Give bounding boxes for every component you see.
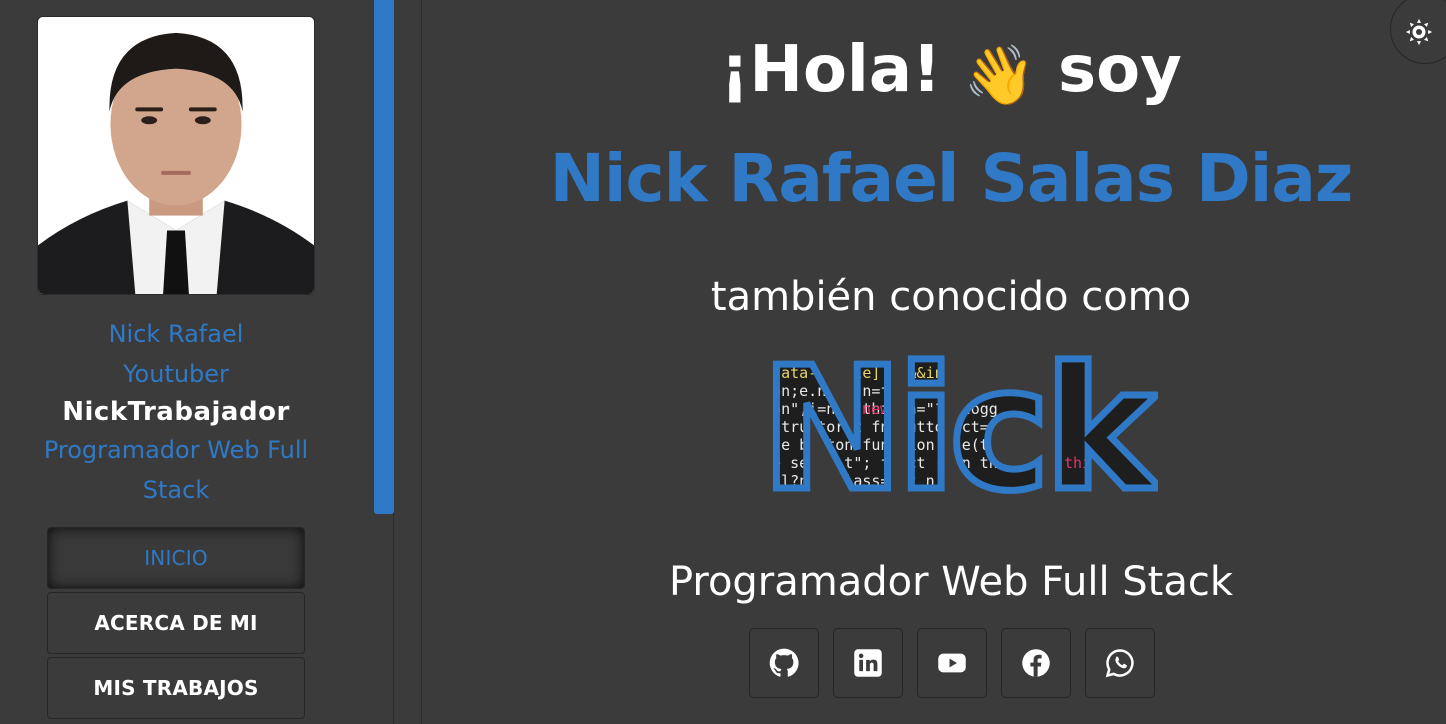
greeting-hello: ¡Hola! [720, 33, 942, 107]
facebook-icon [1022, 649, 1050, 677]
github-button[interactable] [749, 628, 819, 698]
nickname-logo: Nick ingl?n.a class=ext n.r '[data-toggl… [754, 328, 1170, 533]
hero-role: Programador Web Full Stack [668, 559, 1234, 605]
social-links [749, 628, 1155, 698]
sidebar: Nick Rafael Youtuber NickTrabajador Prog… [0, 0, 394, 724]
github-icon [769, 648, 799, 677]
profile-youtube: Youtuber [123, 360, 229, 388]
sidebar-nav: INICIO ACERCA DE MI MIS TRABAJOS [47, 527, 305, 722]
whatsapp-icon [1105, 649, 1134, 678]
sun-icon [1405, 18, 1433, 46]
sidebar-scrollbar-thumb[interactable] [374, 0, 394, 514]
linkedin-button[interactable] [833, 628, 903, 698]
profile-role: Programador Web Full Stack [43, 436, 309, 504]
nav-item-mis-trabajos[interactable]: MIS TRABAJOS [47, 657, 305, 719]
profile-text: Nick Rafael Youtuber NickTrabajador Prog… [0, 314, 352, 510]
profile-channel: NickTrabajador [62, 397, 290, 427]
nav-item-acerca-de-mi[interactable]: ACERCA DE MI [47, 592, 305, 654]
greeting-soy: soy [1058, 33, 1182, 107]
nickname-text: Nick [761, 346, 1158, 496]
whatsapp-button[interactable] [1085, 628, 1155, 698]
hero-section: ¡Hola! 👋 soy Nick Rafael Salas Diaz tamb… [422, 0, 1446, 724]
aka-text: también conocido como [710, 274, 1192, 320]
profile-photo [38, 17, 314, 294]
avatar [37, 16, 315, 295]
youtube-button[interactable] [917, 628, 987, 698]
waving-hand-icon: 👋 [963, 41, 1036, 109]
youtube-icon [938, 653, 966, 673]
profile-name: Nick Rafael [108, 320, 244, 348]
facebook-button[interactable] [1001, 628, 1071, 698]
full-name: Nick Rafael Salas Diaz [549, 140, 1354, 217]
nickname-logo-art: Nick ingl?n.a class=ext n.r '[data-toggl… [757, 328, 1170, 533]
linkedin-icon [854, 649, 882, 677]
greeting: ¡Hola! 👋 soy [422, 30, 1446, 115]
nav-item-inicio[interactable]: INICIO [47, 527, 305, 589]
